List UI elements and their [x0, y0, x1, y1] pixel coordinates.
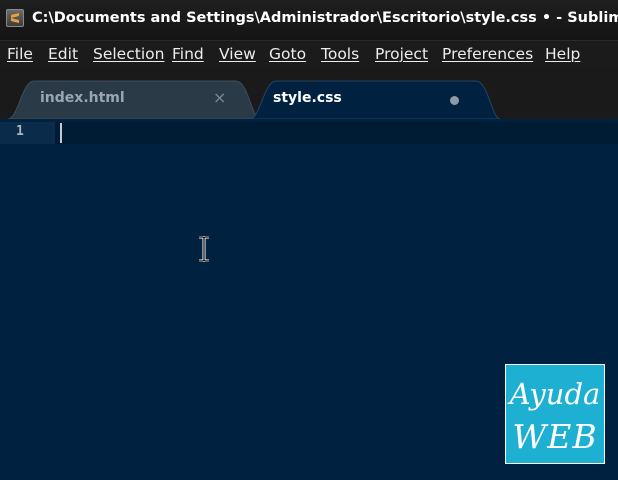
- current-line-highlight: [0, 122, 618, 144]
- logo-line-ayuda: Ayuda: [509, 377, 601, 411]
- line-number: 1: [16, 124, 24, 139]
- menu-selection[interactable]: Selection: [93, 45, 164, 63]
- mouse-ibeam-cursor-icon: [197, 235, 211, 266]
- menu-preferences[interactable]: Preferences: [442, 45, 533, 63]
- menu-help[interactable]: Help: [545, 45, 580, 63]
- window-title: C:\Documents and Settings\Administrador\…: [32, 10, 618, 26]
- menu-find[interactable]: Find: [172, 45, 204, 63]
- close-icon[interactable]: ×: [213, 88, 226, 107]
- tab-index-html[interactable]: index.html ×: [0, 79, 260, 119]
- text-caret: [60, 123, 62, 143]
- tab-label: index.html: [40, 90, 125, 106]
- sublime-app-icon[interactable]: [6, 9, 24, 27]
- tab-style-css[interactable]: style.css: [250, 79, 500, 119]
- title-bar[interactable]: C:\Documents and Settings\Administrador\…: [0, 0, 618, 40]
- unsaved-dot-icon[interactable]: [450, 96, 459, 105]
- tab-bar: index.html × style.css: [0, 69, 618, 119]
- ayuda-web-logo: Ayuda WEB: [505, 364, 605, 464]
- logo-line-web: WEB: [512, 417, 598, 456]
- menu-project[interactable]: Project: [375, 45, 428, 63]
- menu-edit[interactable]: Edit: [48, 45, 78, 63]
- menu-file[interactable]: File: [7, 45, 33, 63]
- menu-view[interactable]: View: [219, 45, 256, 63]
- menu-tools[interactable]: Tools: [321, 45, 359, 63]
- sublime-text-window: C:\Documents and Settings\Administrador\…: [0, 0, 618, 480]
- menu-goto[interactable]: Goto: [269, 45, 306, 63]
- tab-label: style.css: [273, 90, 342, 106]
- gutter: [0, 122, 55, 144]
- menu-bar: File Edit Selection Find View Goto Tools…: [0, 40, 618, 69]
